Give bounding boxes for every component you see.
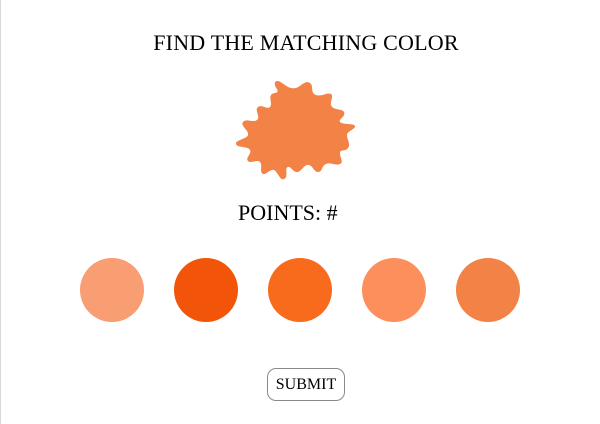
color-option-3[interactable] <box>268 258 332 322</box>
page-border <box>0 0 1 424</box>
color-option-1[interactable] <box>80 258 144 322</box>
target-color-splat <box>235 80 356 180</box>
color-options <box>0 258 600 322</box>
color-option-4[interactable] <box>362 258 426 322</box>
color-option-5[interactable] <box>456 258 520 322</box>
game-title: FIND THE MATCHING COLOR <box>153 30 459 55</box>
color-option-2[interactable] <box>174 258 238 322</box>
submit-button[interactable]: SUBMIT <box>267 368 345 401</box>
points-label: POINTS: # <box>238 200 338 225</box>
